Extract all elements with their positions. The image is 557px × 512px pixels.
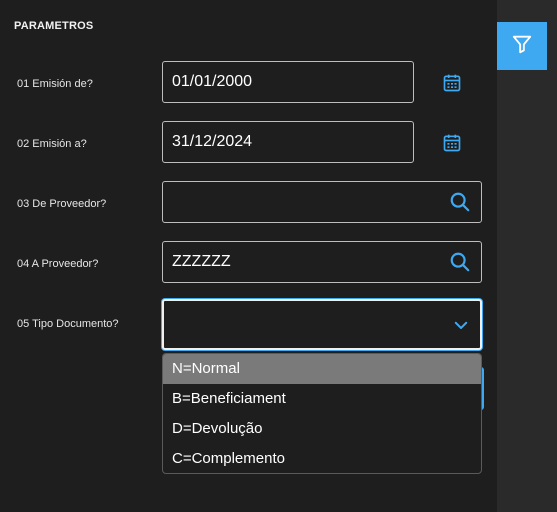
emision-a-field[interactable]: 31/12/2024 [162,121,414,163]
calendar-icon[interactable] [441,132,463,154]
filter-button[interactable] [497,22,547,70]
filter-icon [511,33,533,60]
param-label-a-proveedor: 04 A Proveedor? [17,258,99,270]
param-label-emision-de: 01 Emisión de? [17,78,93,90]
tipo-documento-dropdown: N=Normal B=Beneficiament D=Devolução C=C… [162,353,482,474]
de-proveedor-field[interactable] [162,181,482,223]
emision-de-field[interactable]: 01/01/2000 [162,61,414,103]
emision-a-value: 31/12/2024 [172,133,253,150]
option-beneficiament[interactable]: B=Beneficiament [163,384,481,414]
option-normal[interactable]: N=Normal [163,354,481,384]
right-strip [497,0,557,512]
chevron-down-icon[interactable] [452,316,470,334]
search-icon[interactable] [449,251,471,273]
option-complemento[interactable]: C=Complemento [163,444,481,473]
tipo-documento-select[interactable] [162,299,482,350]
option-devolucao[interactable]: D=Devolução [163,414,481,444]
emision-de-value: 01/01/2000 [172,73,253,90]
param-label-de-proveedor: 03 De Proveedor? [17,198,107,210]
section-title: PARAMETROS [14,20,94,32]
a-proveedor-field[interactable]: ZZZZZZ [162,241,482,283]
search-icon[interactable] [449,191,471,213]
param-label-emision-a: 02 Emisión a? [17,138,87,150]
param-label-tipo-documento: 05 Tipo Documento? [17,318,119,330]
calendar-icon[interactable] [441,72,463,94]
a-proveedor-value: ZZZZZZ [172,253,231,270]
